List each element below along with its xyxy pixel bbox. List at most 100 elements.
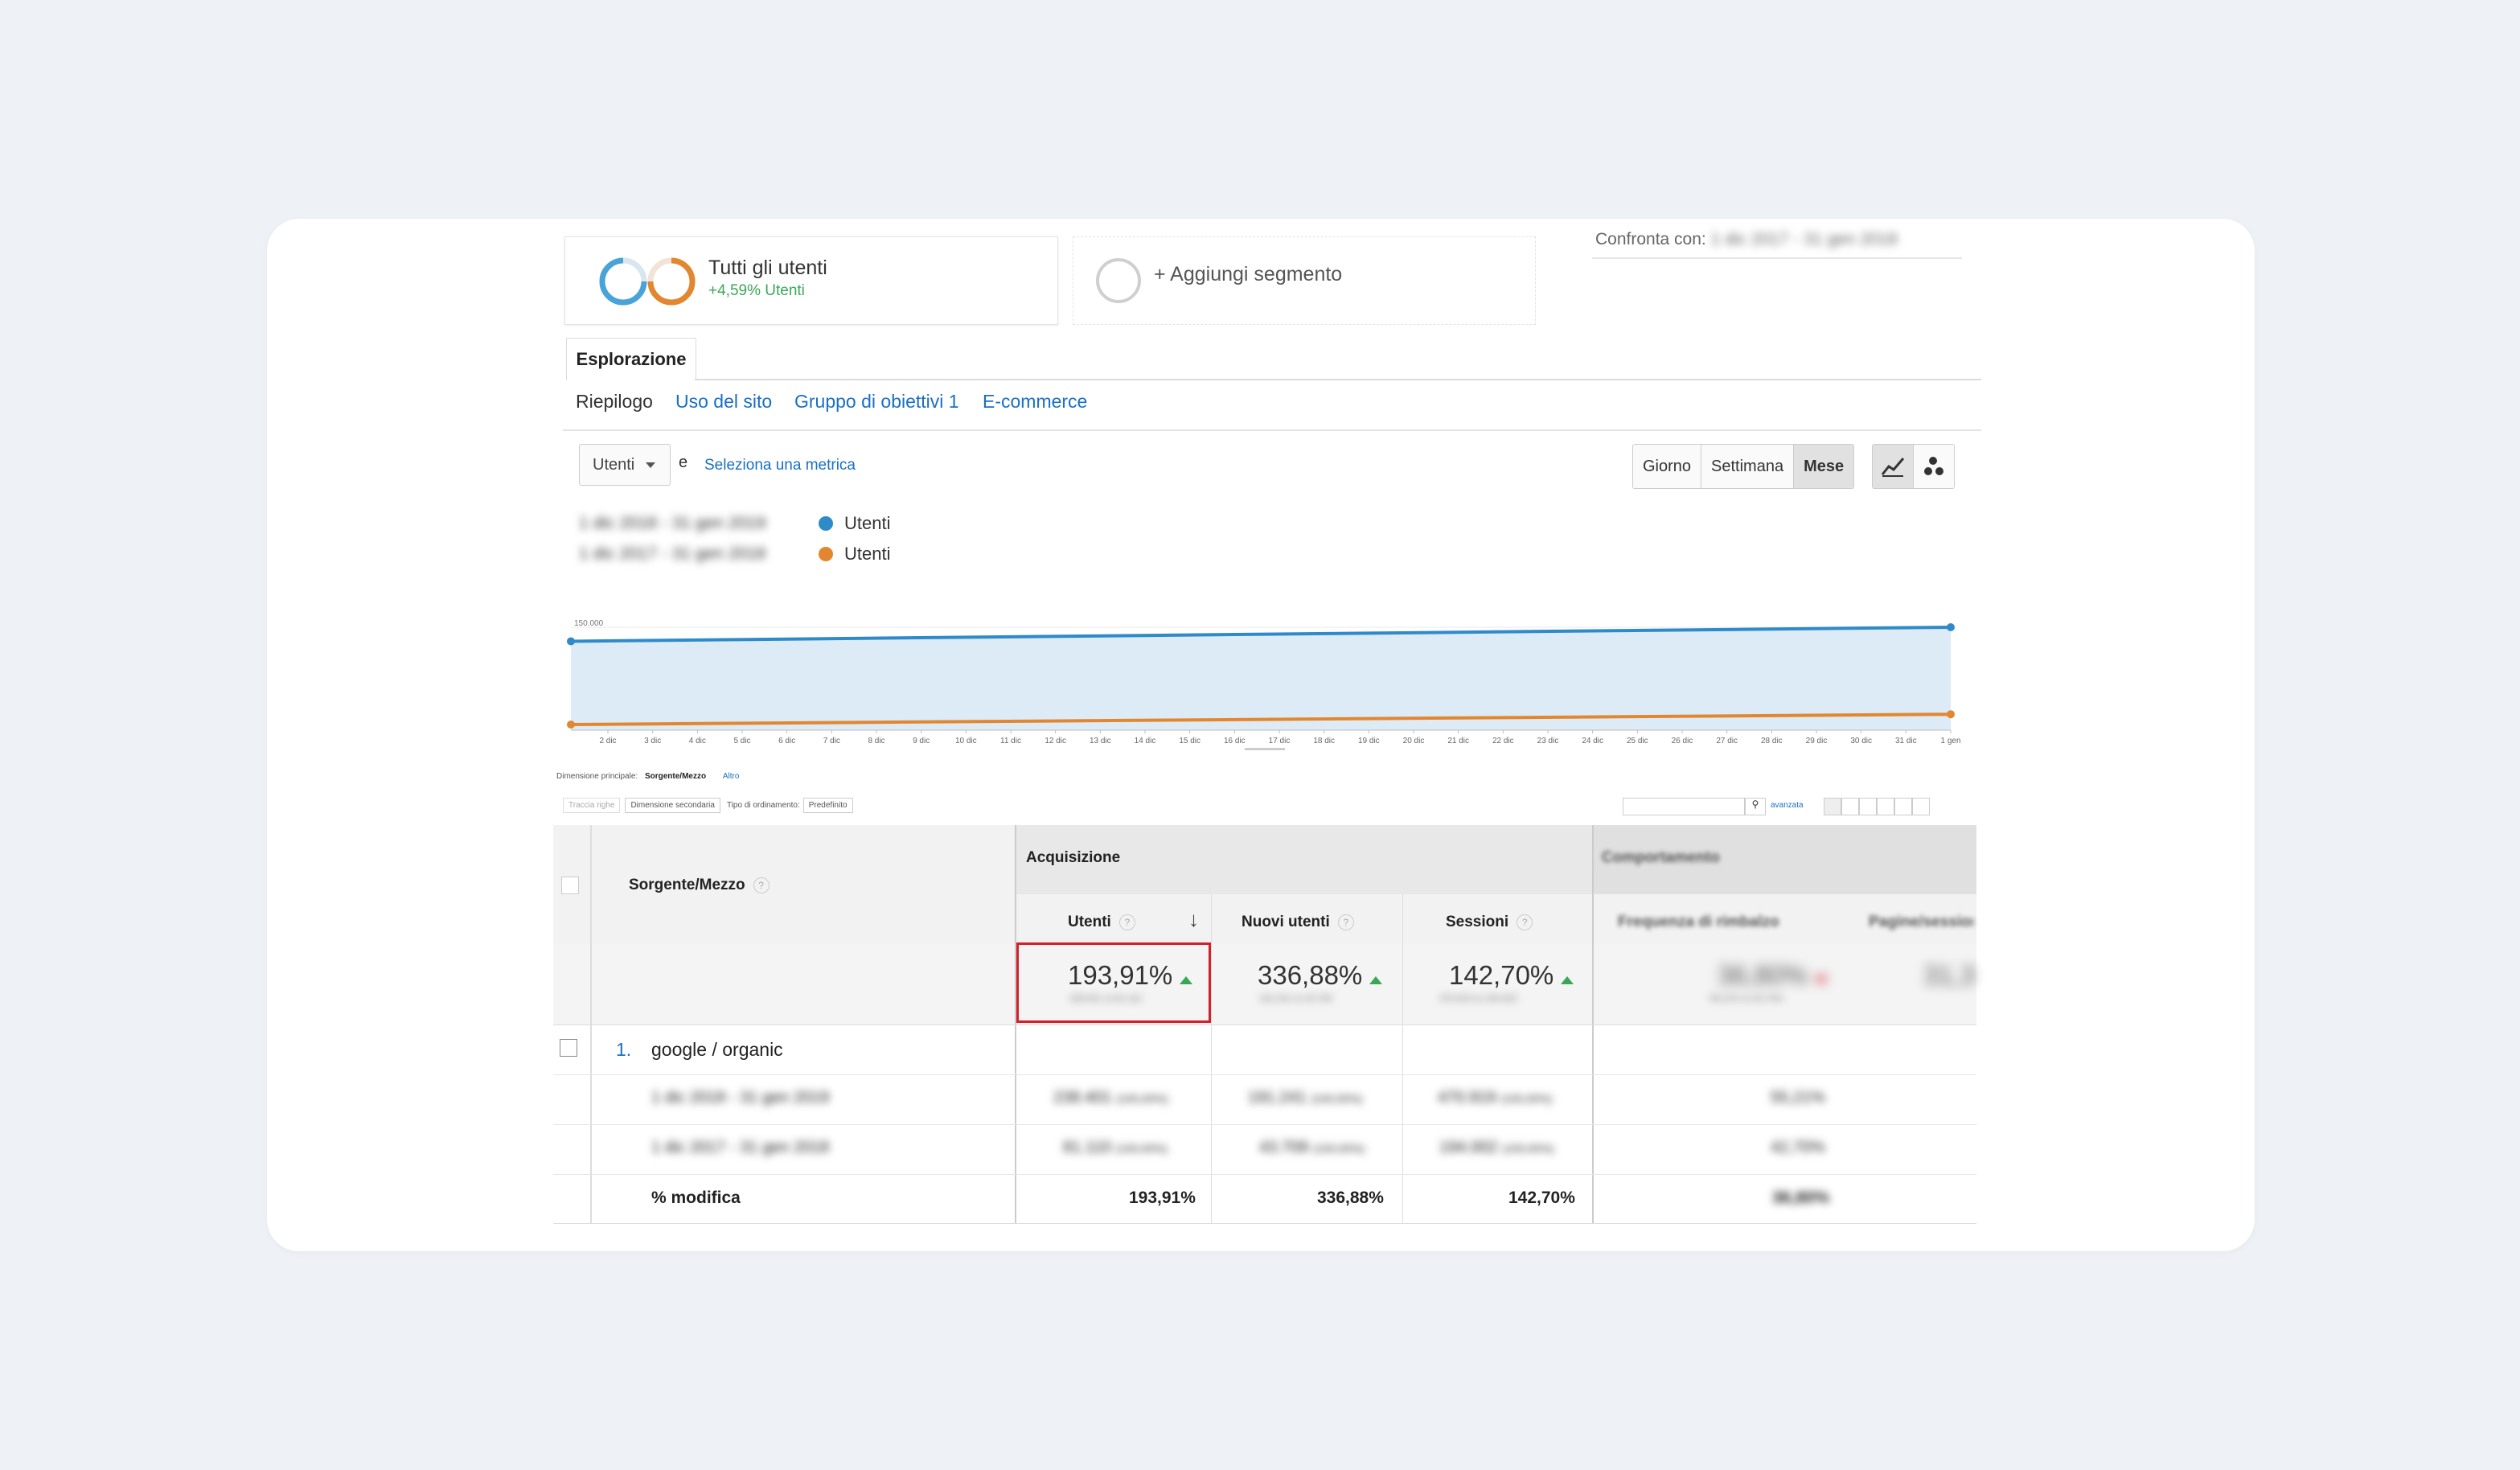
compare-divider bbox=[1592, 257, 1962, 259]
table-search-input[interactable] bbox=[1623, 798, 1745, 815]
tab-esplorazione[interactable]: Esplorazione bbox=[566, 338, 696, 380]
x-tick-label: 28 dic bbox=[1761, 737, 1783, 745]
table-view-icon[interactable] bbox=[1824, 798, 1841, 815]
help-icon[interactable]: ? bbox=[1118, 914, 1135, 930]
row-divider bbox=[553, 1074, 1976, 1075]
bubbles-icon bbox=[1924, 457, 1943, 475]
arrow-up-icon bbox=[1180, 976, 1193, 984]
metric-dropdown[interactable]: Utenti bbox=[579, 444, 671, 486]
segment-title: Tutti gli utenti bbox=[708, 257, 827, 279]
subrow-current-sessioni-pct: (100,00%) bbox=[1500, 1092, 1553, 1105]
subnav-riepilogo[interactable]: Riepilogo bbox=[576, 391, 653, 413]
help-icon[interactable]: ? bbox=[1337, 914, 1354, 930]
col-header-nuovi-utenti[interactable]: Nuovi utenti? bbox=[1242, 914, 1354, 931]
other-dimension-link[interactable]: Altro bbox=[723, 772, 740, 781]
primary-dimension-label: Dimensione principale: bbox=[556, 772, 638, 781]
subrow-previous-frequenza: 42,70% bbox=[1771, 1139, 1825, 1156]
change-sessioni: 142,70% bbox=[1508, 1189, 1575, 1207]
sort-type-label: Tipo di ordinamento: bbox=[726, 800, 800, 810]
chart-resize-handle[interactable] bbox=[1245, 748, 1285, 750]
col-header-sessioni-label: Sessioni bbox=[1446, 914, 1509, 930]
col-header-sessioni[interactable]: Sessioni? bbox=[1446, 914, 1533, 931]
change-row-label: % modifica bbox=[651, 1189, 741, 1207]
month-button[interactable]: Mese bbox=[1794, 445, 1854, 488]
total-pagine-sessione: 31,3 bbox=[1923, 960, 1975, 990]
segment-donut-icon bbox=[599, 257, 696, 306]
total-utenti-value: 193,91% bbox=[1068, 960, 1173, 990]
compare-label-text: Confronta con: bbox=[1595, 230, 1706, 248]
dimension-header[interactable]: Sorgente/Mezzo? bbox=[629, 877, 770, 894]
row-checkbox[interactable] bbox=[560, 1039, 577, 1057]
segment-change: +4,59% Utenti bbox=[708, 282, 805, 299]
segment-all-users[interactable]: Tutti gli utenti +4,59% Utenti bbox=[564, 236, 1058, 325]
x-tick-label: 23 dic bbox=[1537, 737, 1559, 745]
total-sessioni: 142,70% bbox=[1449, 960, 1574, 991]
row-divider bbox=[553, 1223, 1976, 1224]
compare-label: Confronta con: 1 dic 2017 - 31 gen 2018 bbox=[1595, 230, 1898, 249]
subrow-previous-sessioni-value: 194.002 bbox=[1439, 1139, 1498, 1156]
legend-range-current: 1 dic 2018 - 31 gen 2019 bbox=[579, 514, 766, 532]
legend-dot-blue bbox=[819, 516, 833, 531]
total-frequenza-value: 36,80% bbox=[1718, 960, 1808, 990]
x-tick-label: 9 dic bbox=[913, 737, 930, 745]
sort-descending-icon[interactable]: ↓ bbox=[1188, 907, 1199, 932]
week-button[interactable]: Settimana bbox=[1701, 445, 1795, 488]
x-tick-label: 21 dic bbox=[1447, 737, 1469, 745]
subrow-previous-sessioni-pct: (100,00%) bbox=[1501, 1142, 1554, 1155]
dimension-header-label: Sorgente/Mezzo bbox=[629, 877, 745, 893]
pivot-view-icon[interactable] bbox=[1912, 798, 1930, 815]
view-toggle-icons[interactable] bbox=[1824, 798, 1930, 815]
col-header-utenti-label: Utenti bbox=[1068, 914, 1111, 930]
percentage-view-icon[interactable] bbox=[1841, 798, 1859, 815]
select-metric-link[interactable]: Seleziona una metrica bbox=[704, 457, 856, 474]
row-divider bbox=[553, 1024, 1976, 1025]
help-icon[interactable]: ? bbox=[753, 877, 770, 893]
advanced-link[interactable]: avanzata bbox=[1771, 801, 1804, 810]
col-header-utenti[interactable]: Utenti? bbox=[1068, 914, 1135, 931]
subrow-current-sessioni-value: 470.919 bbox=[1438, 1089, 1496, 1107]
motion-chart-button[interactable] bbox=[1914, 445, 1954, 488]
x-tick-label: 29 dic bbox=[1806, 737, 1828, 745]
x-tick-label: 7 dic bbox=[823, 737, 840, 745]
plot-rows-button[interactable]: Traccia righe bbox=[563, 797, 621, 813]
term-cloud-icon[interactable] bbox=[1894, 798, 1912, 815]
total-utenti-sub: 238.401 vs 81.110 bbox=[1069, 994, 1142, 1004]
day-button[interactable]: Giorno bbox=[1633, 445, 1702, 488]
comparison-view-icon[interactable] bbox=[1877, 798, 1894, 815]
subrow-current-frequenza: 55,21% bbox=[1771, 1089, 1825, 1107]
x-tick-label: 25 dic bbox=[1627, 737, 1648, 745]
x-tick-label: 8 dic bbox=[868, 737, 884, 745]
sort-default-dropdown[interactable]: Predefinito bbox=[802, 797, 853, 813]
x-tick-label: 18 dic bbox=[1313, 737, 1335, 745]
subnav-ecommerce[interactable]: E-commerce bbox=[983, 391, 1087, 413]
x-tick-label: 22 dic bbox=[1492, 737, 1514, 745]
subrow-current-sessioni: 470.919 (100,00%) bbox=[1438, 1089, 1552, 1107]
legend-label-previous: Utenti bbox=[844, 544, 891, 564]
add-segment-box[interactable]: + Aggiungi segmento bbox=[1073, 236, 1536, 325]
row-dimension-link[interactable]: google / organic bbox=[651, 1039, 783, 1061]
x-tick-label: 19 dic bbox=[1358, 737, 1380, 745]
x-tick-label: 1 gen bbox=[1940, 737, 1960, 745]
x-tick-label: 10 dic bbox=[955, 737, 977, 745]
change-frequenza: 36,80% bbox=[1772, 1189, 1830, 1207]
series-point bbox=[1947, 623, 1955, 631]
add-segment-circle-icon bbox=[1096, 258, 1141, 303]
subnav-gruppo-obiettivi[interactable]: Gruppo di obiettivi 1 bbox=[794, 391, 959, 413]
legend-dot-orange bbox=[819, 547, 833, 561]
help-icon[interactable]: ? bbox=[1517, 914, 1533, 930]
subrow-previous-nuovi: 43.709 (100,00%) bbox=[1259, 1139, 1365, 1157]
legend-range-previous: 1 dic 2017 - 31 gen 2018 bbox=[579, 544, 766, 563]
secondary-dimension-dropdown[interactable]: Dimensione secondaria bbox=[625, 797, 720, 813]
col-header-frequenza-rimbalzo[interactable]: Frequenza di rimbalzo bbox=[1618, 914, 1779, 931]
subnav-uso-sito[interactable]: Uso del sito bbox=[675, 391, 772, 413]
subrow-previous-utenti-value: 81.110 bbox=[1063, 1139, 1111, 1156]
performance-view-icon[interactable] bbox=[1859, 798, 1877, 815]
change-nuovi-utenti: 336,88% bbox=[1317, 1189, 1384, 1207]
subrow-current-utenti-value: 238.401 bbox=[1053, 1089, 1112, 1107]
col-header-pagine-sessione[interactable]: Pagine/sessione bbox=[1869, 914, 1973, 931]
x-tick-label: 4 dic bbox=[689, 737, 706, 745]
select-all-checkbox[interactable] bbox=[561, 877, 579, 894]
tab-divider bbox=[695, 379, 1981, 380]
search-icon[interactable]: ⚲ bbox=[1745, 798, 1766, 815]
line-chart-button[interactable] bbox=[1873, 445, 1914, 488]
